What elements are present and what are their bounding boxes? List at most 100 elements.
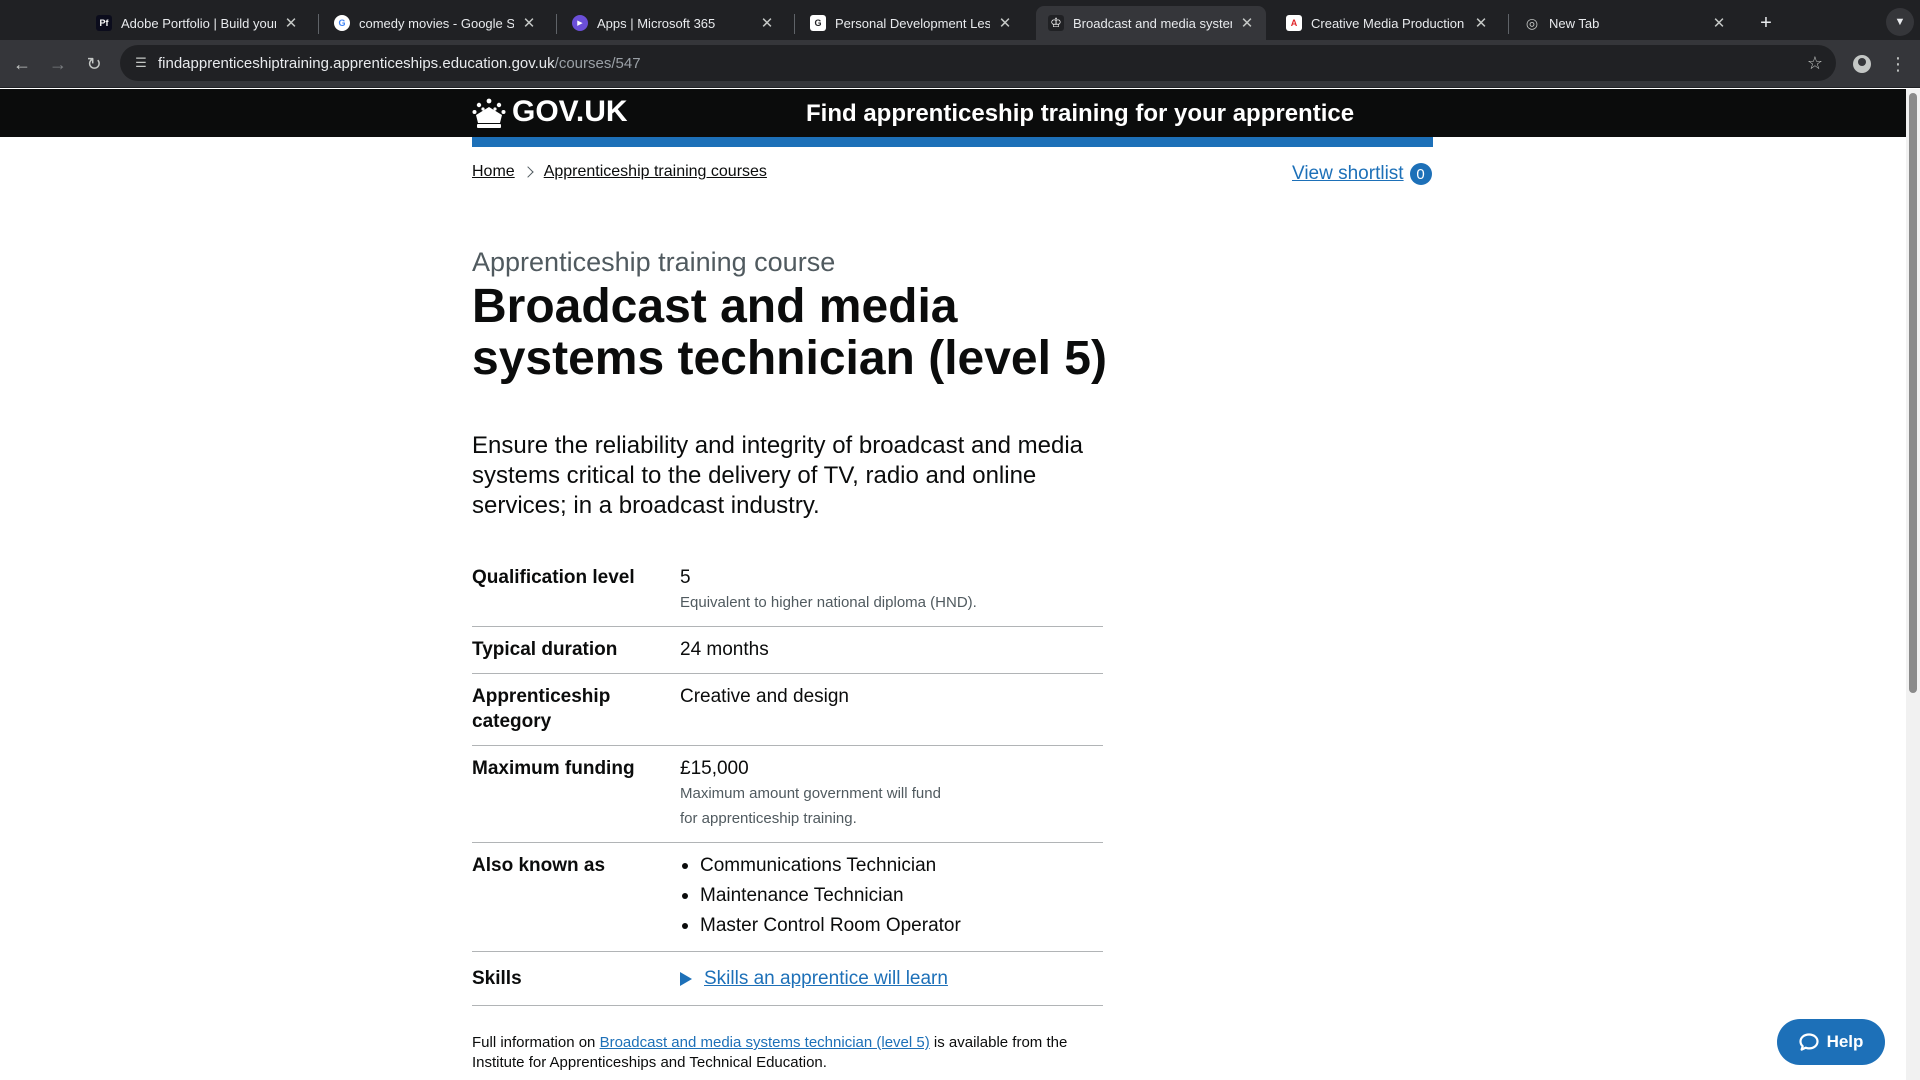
tab-broadcast-active[interactable]: ♔ Broadcast and media system ✕ — [1036, 6, 1266, 40]
summary-row-typical-duration: Typical duration 24 months — [472, 627, 1103, 674]
bookmark-star-icon[interactable]: ☆ — [1804, 52, 1826, 74]
breadcrumb-home-link[interactable]: Home — [472, 163, 515, 181]
summary-row-maximum-funding: Maximum funding £15,000 Maximum amount g… — [472, 746, 1103, 843]
page-caption: Apprenticeship training course — [472, 247, 836, 277]
funding-hint-line1: Maximum amount government will fund — [680, 785, 941, 802]
also-known-as-list: Communications Technician Maintenance Te… — [680, 851, 1103, 941]
summary-key: Maximum funding — [472, 758, 635, 779]
header-blue-bar — [472, 137, 1433, 147]
typical-duration-value: 24 months — [680, 639, 769, 660]
address-bar[interactable]: ☰ findapprenticeshiptraining.apprentices… — [120, 45, 1836, 81]
funding-hint-line2: for apprenticeship training. — [680, 810, 857, 827]
tab-title: Broadcast and media system — [1073, 15, 1232, 31]
kebab-menu-icon[interactable]: ⋮ — [1884, 50, 1912, 78]
tab-creative-media[interactable]: A Creative Media Production (G ✕ — [1274, 6, 1500, 40]
tab-separator — [794, 14, 795, 34]
summary-key: Also known as — [472, 855, 606, 876]
url-host: findapprenticeshiptraining.apprenticeshi… — [158, 54, 555, 72]
site-info-icon[interactable]: ☰ — [132, 54, 150, 72]
view-shortlist: View shortlist 0 — [1292, 163, 1432, 185]
category-value: Creative and design — [680, 686, 849, 707]
close-icon[interactable]: ✕ — [996, 14, 1014, 32]
summary-value: Skills an apprentice will learn — [680, 966, 1103, 991]
google-classroom-favicon-icon: G — [810, 15, 826, 31]
help-button[interactable]: Help — [1777, 1019, 1885, 1065]
tab-personal-development[interactable]: G Personal Development Lesso ✕ — [798, 6, 1024, 40]
list-item: Master Control Room Operator — [680, 911, 1103, 941]
tab-title: New Tab — [1549, 15, 1600, 31]
tab-separator — [318, 14, 319, 34]
google-favicon-icon: G — [334, 15, 350, 31]
adobe-portfolio-favicon-icon: Pf — [96, 15, 112, 31]
skills-details-toggle[interactable]: Skills an apprentice will learn — [680, 966, 1103, 991]
close-icon[interactable]: ✕ — [1472, 14, 1490, 32]
scrollbar-thumb[interactable] — [1909, 93, 1917, 693]
page-scrollbar[interactable] — [1906, 89, 1920, 1080]
close-icon[interactable]: ✕ — [1238, 14, 1256, 32]
list-item: Communications Technician — [680, 851, 1103, 881]
qualification-level-value: 5 — [680, 567, 691, 588]
ifate-standard-link[interactable]: Broadcast and media systems technician (… — [600, 1034, 930, 1051]
summary-key: Typical duration — [472, 639, 618, 660]
list-item: Maintenance Technician — [680, 881, 1103, 911]
summary-key: Skills — [472, 968, 522, 989]
tab-new-tab[interactable]: ◎ New Tab ✕ — [1512, 6, 1738, 40]
back-arrow-icon[interactable]: ← — [8, 50, 36, 78]
breadcrumb: Home Apprenticeship training courses — [472, 163, 767, 181]
chat-bubble-icon — [1798, 1033, 1819, 1051]
microsoft-365-favicon-icon: ▶ — [572, 15, 588, 31]
govuk-crown-icon[interactable] — [472, 97, 506, 129]
skills-link[interactable]: Skills an apprentice will learn — [704, 966, 948, 991]
summary-row-qualification-level: Qualification level 5 Equivalent to high… — [472, 565, 1103, 627]
govuk-header: GOV.UK Find apprenticeship training for … — [0, 89, 1906, 137]
url-path: /courses/547 — [554, 54, 641, 72]
tab-separator — [556, 14, 557, 34]
summary-row-skills: Skills Skills an apprentice will learn — [472, 952, 1103, 1006]
help-button-label: Help — [1826, 1032, 1864, 1051]
triangle-right-icon — [680, 971, 692, 986]
close-icon[interactable]: ✕ — [758, 14, 776, 32]
full-info-prefix: Full information on — [472, 1034, 596, 1051]
url-text: findapprenticeshiptraining.apprenticeshi… — [158, 55, 641, 72]
breadcrumb-courses-link[interactable]: Apprenticeship training courses — [544, 163, 767, 181]
chevron-right-icon — [522, 166, 534, 178]
page-viewport: GOV.UK Find apprenticeship training for … — [0, 89, 1906, 1080]
profile-avatar-icon[interactable] — [1848, 50, 1876, 78]
course-description: Ensure the reliability and integrity of … — [472, 432, 1084, 519]
close-icon[interactable]: ✕ — [520, 14, 538, 32]
summary-value: Communications Technician Maintenance Te… — [680, 851, 1103, 941]
qualification-level-hint: Equivalent to higher national diploma (H… — [680, 594, 977, 611]
funding-value: £15,000 — [680, 758, 749, 779]
tab-separator — [1508, 14, 1509, 34]
govuk-logo[interactable]: GOV.UK — [512, 95, 628, 129]
govuk-crown-favicon-icon: ♔ — [1048, 15, 1064, 31]
browser-toolbar: ← → ↻ ☰ findapprenticeshiptraining.appre… — [0, 40, 1920, 88]
summary-row-apprenticeship-category: Apprenticeship category Creative and des… — [472, 674, 1103, 746]
tab-adobe-portfolio[interactable]: Pf Adobe Portfolio | Build your o ✕ — [84, 6, 310, 40]
tab-title: comedy movies - Google Sea — [359, 15, 514, 31]
service-name[interactable]: Find apprenticeship training for your ap… — [806, 100, 1354, 128]
page-title: Broadcast and media systems technician (… — [472, 280, 1107, 385]
tab-title: Adobe Portfolio | Build your o — [121, 15, 276, 31]
tab-google-search[interactable]: G comedy movies - Google Sea ✕ — [322, 6, 548, 40]
tab-title: Apps | Microsoft 365 — [597, 15, 716, 31]
close-icon[interactable]: ✕ — [1710, 14, 1728, 32]
tab-search-chevron-down-icon[interactable]: ▼ — [1886, 8, 1914, 36]
summary-key: Apprenticeship category — [472, 686, 611, 732]
new-tab-plus-icon[interactable]: + — [1752, 9, 1780, 37]
shortlist-count-badge: 0 — [1409, 163, 1432, 185]
view-shortlist-link[interactable]: View shortlist — [1292, 163, 1404, 185]
tab-title: Personal Development Lesso — [835, 15, 990, 31]
summary-value: £15,000 Maximum amount government will f… — [680, 756, 1103, 831]
course-summary-list: Qualification level 5 Equivalent to high… — [472, 565, 1103, 1006]
summary-key: Qualification level — [472, 567, 635, 588]
forward-arrow-icon[interactable]: → — [44, 50, 72, 78]
browser-tab-strip: Pf Adobe Portfolio | Build your o ✕ G co… — [0, 0, 1920, 40]
tab-microsoft-365[interactable]: ▶ Apps | Microsoft 365 ✕ — [560, 6, 786, 40]
adobe-favicon-icon: A — [1286, 15, 1302, 31]
close-icon[interactable]: ✕ — [282, 14, 300, 32]
summary-value: 5 Equivalent to higher national diploma … — [680, 565, 1103, 615]
tab-title: Creative Media Production (G — [1311, 15, 1466, 31]
reload-icon[interactable]: ↻ — [80, 50, 108, 78]
summary-row-also-known-as: Also known as Communications Technician … — [472, 843, 1103, 952]
